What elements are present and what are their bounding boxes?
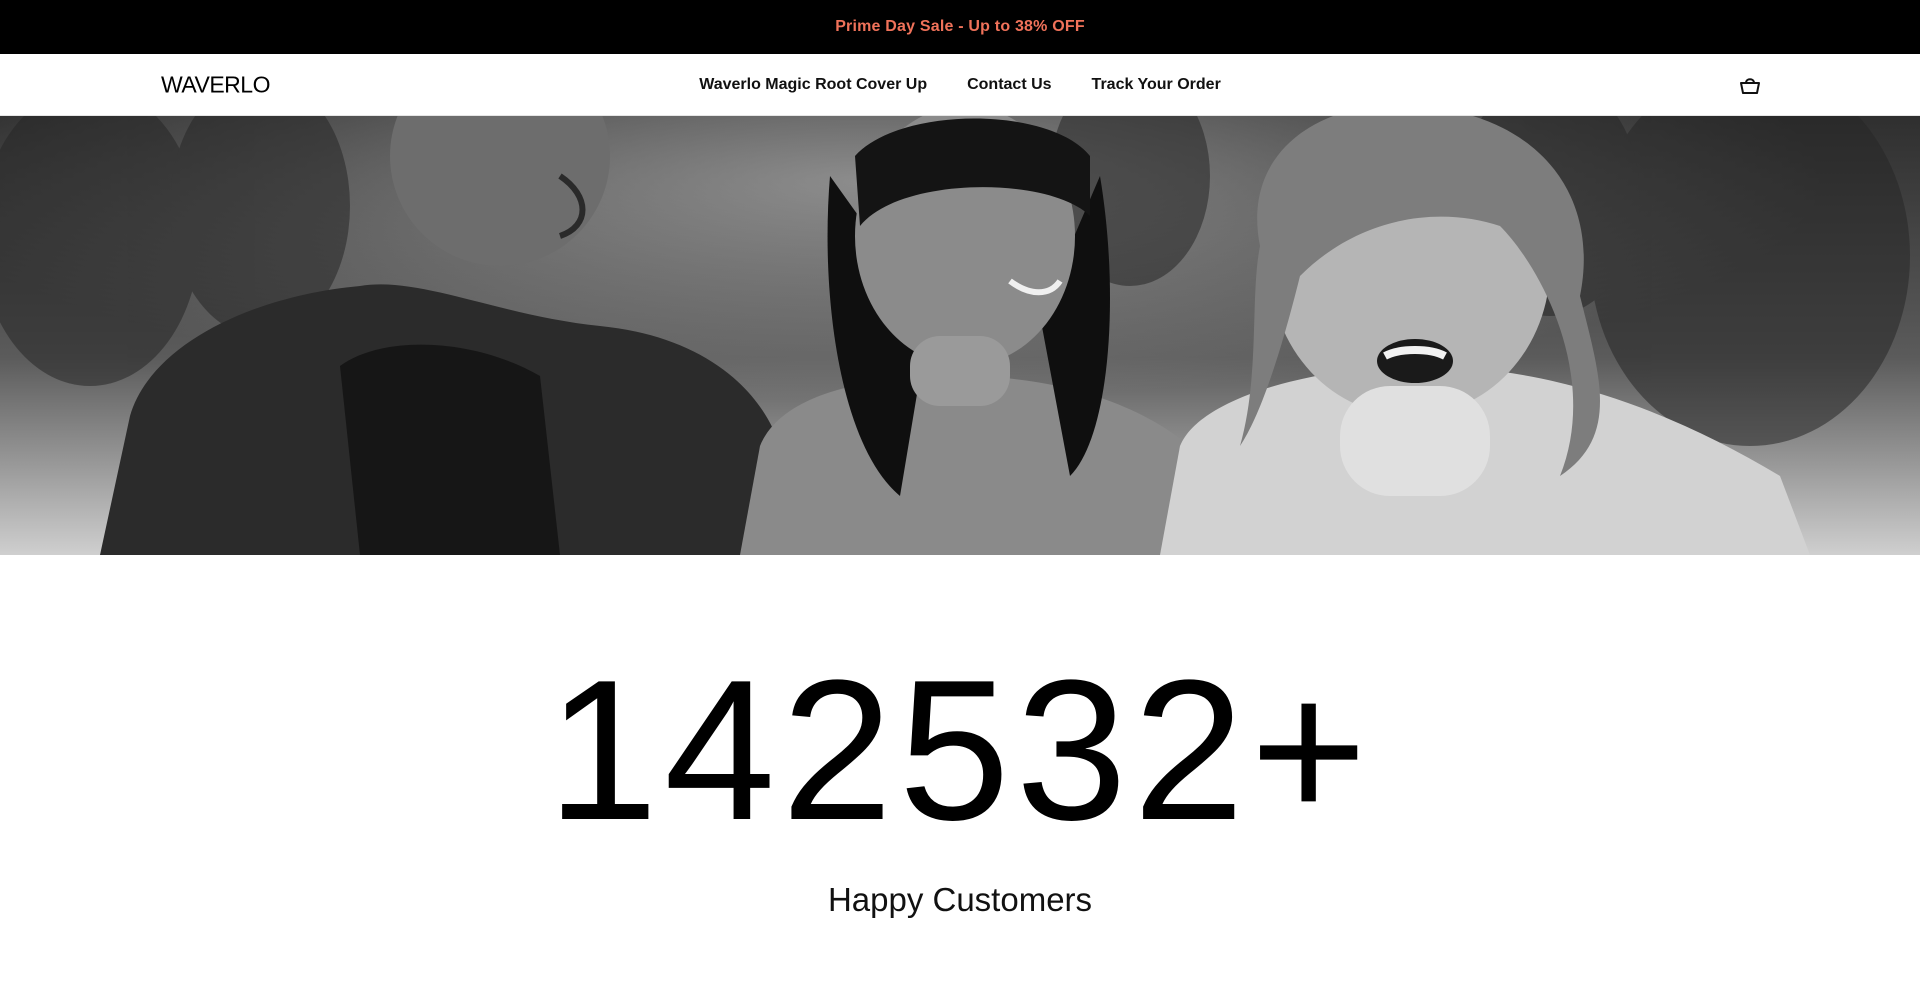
cart-basket-icon[interactable] bbox=[1738, 73, 1762, 97]
hero-photo-illustration bbox=[0, 116, 1920, 555]
nav-link-contact-us[interactable]: Contact Us bbox=[967, 76, 1051, 94]
customer-count-label: Happy Customers bbox=[827, 881, 1093, 918]
site-header: WAVERLO Waverlo Magic Root Cover Up Cont… bbox=[0, 54, 1920, 116]
nav-link-magic-root-cover-up[interactable]: Waverlo Magic Root Cover Up bbox=[699, 76, 927, 94]
logo[interactable]: WAVERLO bbox=[161, 71, 270, 98]
hero-image bbox=[0, 116, 1920, 555]
announcement-bar: Prime Day Sale - Up to 38% OFF bbox=[0, 0, 1920, 54]
announcement-text: Prime Day Sale - Up to 38% OFF bbox=[835, 18, 1085, 35]
stats-section: 142532+ Happy Customers bbox=[0, 555, 1920, 993]
nav-link-track-order[interactable]: Track Your Order bbox=[1092, 76, 1221, 94]
main-nav: Waverlo Magic Root Cover Up Contact Us T… bbox=[0, 54, 1920, 115]
customer-count: 142532+ bbox=[546, 639, 1374, 862]
